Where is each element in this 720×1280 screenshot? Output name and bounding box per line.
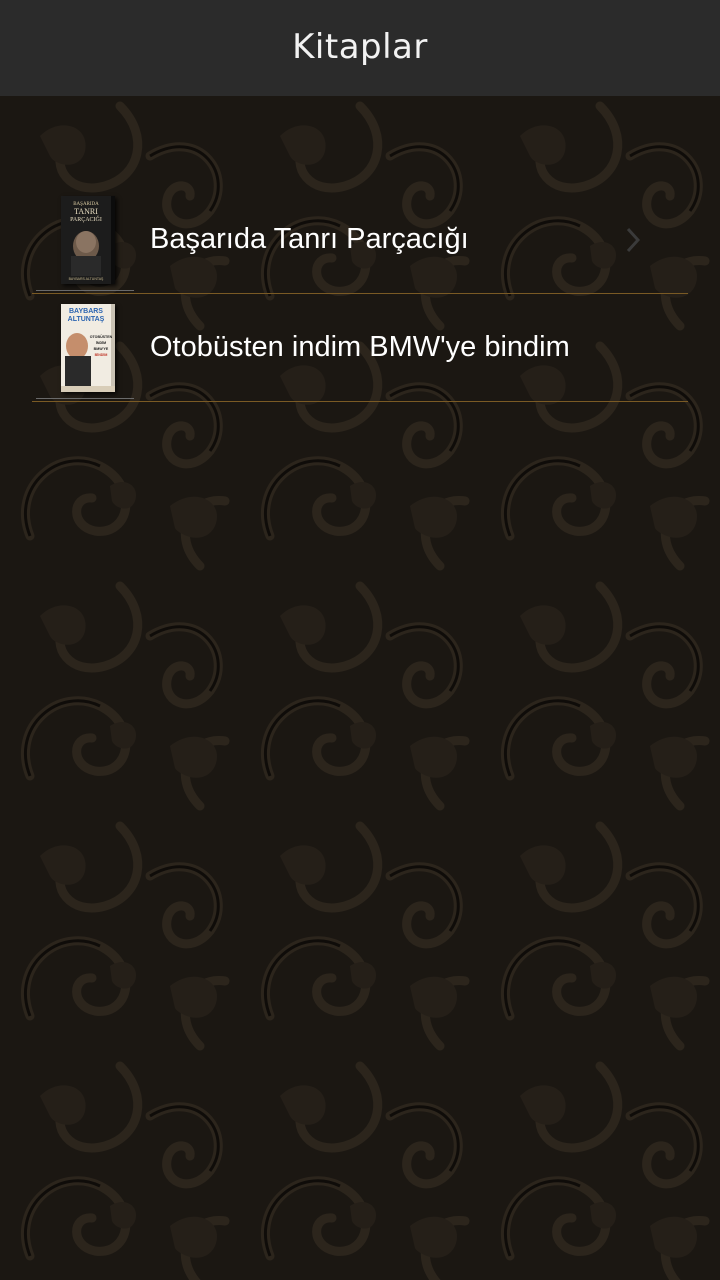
book-cover-container: BAŞARIDA TANRI PARÇACIĞI BAYBARS ALTUNTA…: [32, 186, 134, 293]
svg-text:BAYBARS ALTUNTAŞ: BAYBARS ALTUNTAŞ: [69, 277, 104, 281]
book-list-item[interactable]: BAŞARIDA TANRI PARÇACIĞI BAYBARS ALTUNTA…: [32, 186, 688, 294]
book-list-item[interactable]: BAYBARS ALTUNTAŞ OTOBÜSTEN İNDİM BMW'YE …: [32, 294, 688, 402]
chevron-right-icon: [626, 227, 641, 252]
book-list: BAŞARIDA TANRI PARÇACIĞI BAYBARS ALTUNTA…: [32, 186, 688, 402]
book-cover-otobusten-indim-icon: BAYBARS ALTUNTAŞ OTOBÜSTEN İNDİM BMW'YE …: [61, 304, 115, 392]
book-cover-container: BAYBARS ALTUNTAŞ OTOBÜSTEN İNDİM BMW'YE …: [32, 294, 134, 401]
book-cover-basarida-tanri-parcacigi-icon: BAŞARIDA TANRI PARÇACIĞI BAYBARS ALTUNTA…: [61, 196, 115, 284]
cover-shelf-line: [36, 290, 134, 291]
book-title: Başarıda Tanrı Parçacığı: [150, 223, 469, 255]
top-app-bar: Kitaplar: [0, 0, 720, 96]
svg-text:BİNDİM: BİNDİM: [95, 353, 108, 357]
svg-text:BAYBARS: BAYBARS: [69, 308, 103, 315]
book-title: Otobüsten indim BMW'ye bindim: [150, 331, 570, 363]
svg-text:TANRI: TANRI: [74, 207, 98, 216]
svg-text:PARÇACIĞI: PARÇACIĞI: [70, 215, 102, 223]
svg-text:OTOBÜSTEN: OTOBÜSTEN: [90, 334, 113, 339]
cover-shelf-line: [36, 398, 134, 399]
svg-text:İNDİM: İNDİM: [96, 341, 106, 345]
svg-text:ALTUNTAŞ: ALTUNTAŞ: [68, 316, 105, 323]
page-title: Kitaplar: [292, 27, 428, 67]
svg-text:BMW'YE: BMW'YE: [94, 347, 109, 351]
